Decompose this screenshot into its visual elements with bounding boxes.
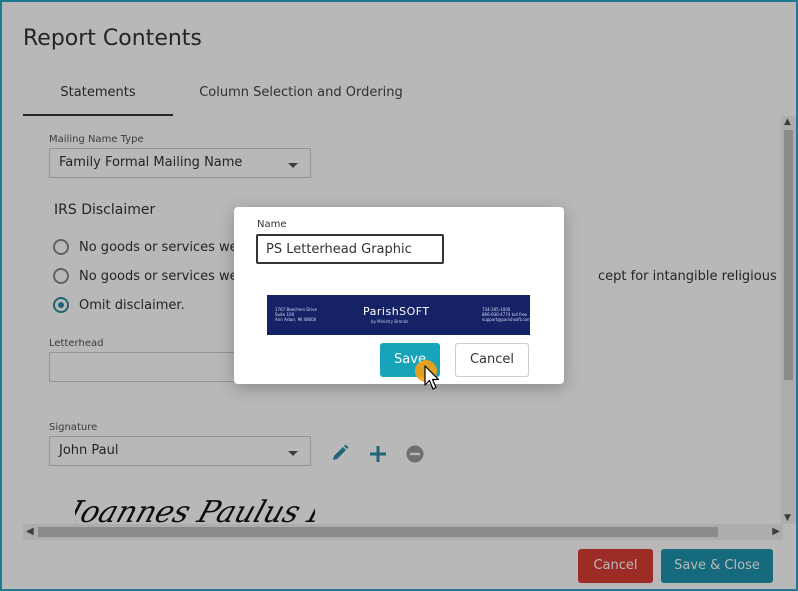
parishsoft-logo: ParishSOFT	[363, 305, 430, 318]
name-label: Name	[257, 219, 287, 230]
name-input[interactable]	[256, 234, 444, 264]
letterhead-name-dialog: Name 1767 Beechers Drive Suite 100 Ann A…	[234, 207, 564, 384]
letterhead-address: 1767 Beechers Drive Suite 100 Ann Arbor,…	[275, 307, 317, 322]
letterhead-tagline: by Ministry Brands	[371, 319, 409, 324]
dialog-cancel-button[interactable]: Cancel	[455, 343, 529, 377]
letterhead-preview: 1767 Beechers Drive Suite 100 Ann Arbor,…	[267, 295, 531, 335]
mouse-pointer-icon	[424, 365, 440, 390]
letterhead-contact: 734-205-1000 866-930-4774 toll free supp…	[482, 307, 531, 322]
